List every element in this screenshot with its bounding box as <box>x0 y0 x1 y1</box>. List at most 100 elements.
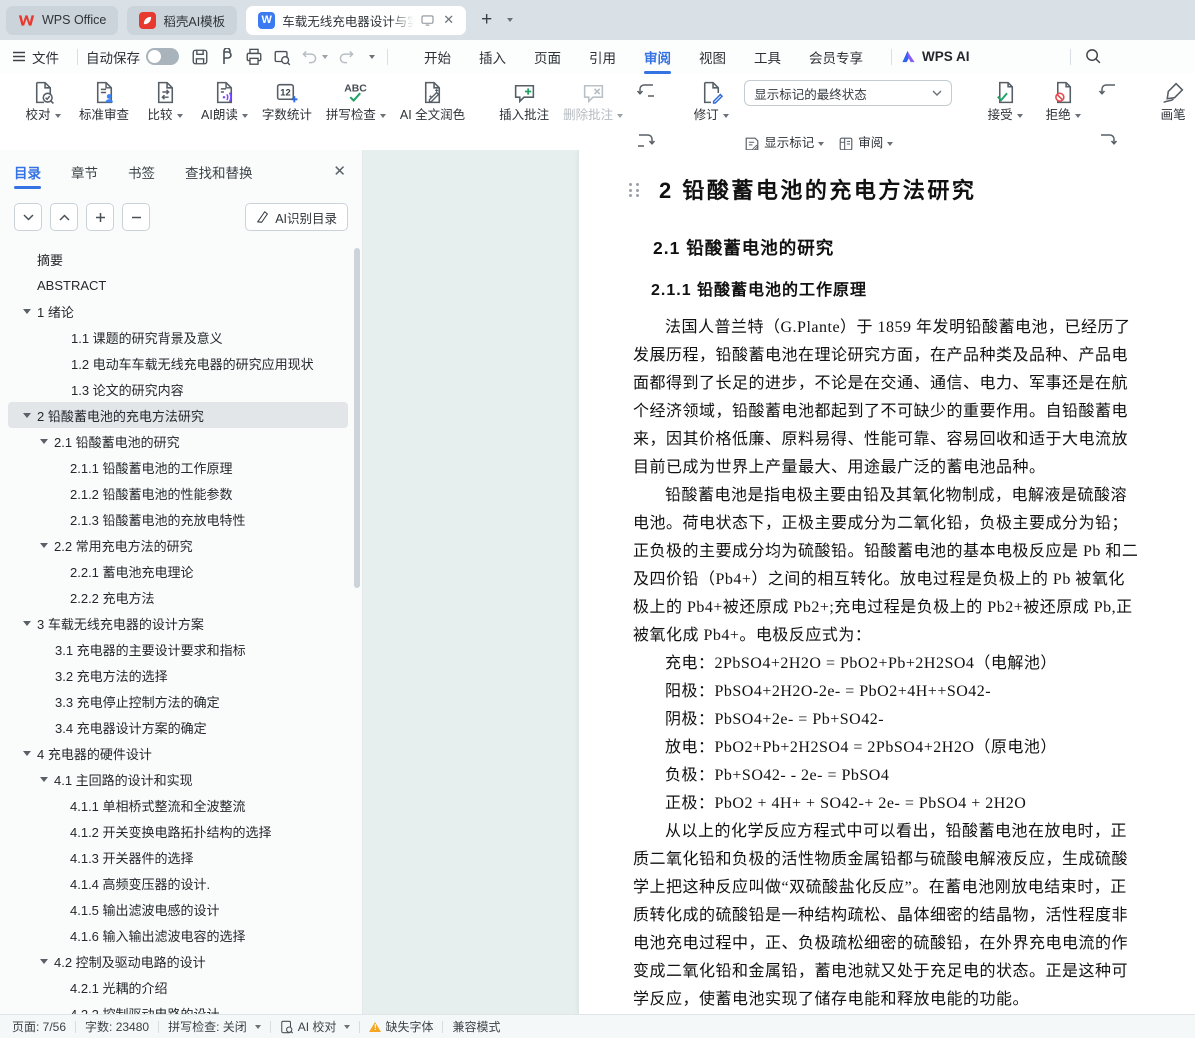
page-indicator[interactable]: 页面: 7/56 <box>12 1018 66 1035</box>
save-icon[interactable] <box>191 48 209 66</box>
word-count-indicator[interactable]: 字数: 23480 <box>85 1018 149 1035</box>
menu-item[interactable]: 页面 <box>520 41 575 73</box>
menu-item[interactable]: 工具 <box>740 41 795 73</box>
undo-button[interactable] <box>301 49 328 64</box>
toc-item[interactable]: 4.1 主回路的设计和实现 <box>8 766 348 792</box>
menu-item[interactable]: 引用 <box>575 41 630 73</box>
sidebar-tab[interactable]: 书签 <box>128 162 155 182</box>
file-menu[interactable]: 文件 <box>12 47 59 67</box>
missing-font-warning[interactable]: 缺失字体 <box>369 1018 433 1035</box>
toc-item[interactable]: 1.2 电动车车载无线充电器的研究应用现状 <box>8 350 348 376</box>
menu-item[interactable]: 插入 <box>465 41 520 73</box>
sidebar-close-icon[interactable]: ✕ <box>333 162 346 180</box>
menu-item[interactable]: 会员专享 <box>795 41 877 73</box>
export-pdf-icon[interactable] <box>219 48 235 66</box>
toc-expand-arrow-icon[interactable] <box>40 543 48 548</box>
accept-change-button[interactable]: 接受 <box>976 78 1034 154</box>
toc-item[interactable]: 1.1 课题的研究背景及意义 <box>8 324 348 350</box>
toc-expand-arrow-icon[interactable] <box>23 309 31 314</box>
reject-change-button[interactable]: 拒绝 <box>1034 78 1092 154</box>
document-page[interactable]: 2 铅酸蓄电池的充电方法研究2.1 铅酸蓄电池的研究2.1.1 铅酸蓄电池的工作… <box>579 150 1195 1015</box>
toc-expand-arrow-icon[interactable] <box>23 413 31 418</box>
toc-item[interactable]: 4.1.3 开关器件的选择 <box>8 844 348 870</box>
tab-document-active[interactable]: W 车载无线充电器设计与实现 ✕ <box>246 6 466 35</box>
document-area[interactable]: 2 铅酸蓄电池的充电方法研究2.1 铅酸蓄电池的研究2.1.1 铅酸蓄电池的工作… <box>363 150 1195 1015</box>
toc-item[interactable]: 4.1.6 输入输出滤波电容的选择 <box>8 922 348 948</box>
track-changes-button[interactable]: 修订 <box>682 78 740 154</box>
collapse-down-button[interactable] <box>14 203 42 231</box>
toc-expand-arrow-icon[interactable] <box>23 621 31 626</box>
insert-comment-button[interactable]: 插入批注 <box>492 78 556 154</box>
pen-button[interactable]: 画笔 <box>1144 78 1195 154</box>
sidebar-tab[interactable]: 章节 <box>71 162 98 182</box>
toc-item[interactable]: 2 铅酸蓄电池的充电方法研究 <box>8 402 348 428</box>
standard-review-button[interactable]: 标准审查 <box>72 78 136 154</box>
tab-docer-ai[interactable]: 稻壳AI模板 <box>127 6 237 35</box>
toc-item[interactable]: 3.3 充电停止控制方法的确定 <box>8 688 348 714</box>
menu-item[interactable]: 视图 <box>685 41 740 73</box>
tab-list-dropdown-icon[interactable] <box>503 11 513 29</box>
sidebar-tab[interactable]: 目录 <box>14 162 41 182</box>
toc-item[interactable]: 4.2.2 控制驱动电路的设计 <box>8 1000 348 1015</box>
toc-item[interactable]: 2.1 铅酸蓄电池的研究 <box>8 428 348 454</box>
toc-expand-arrow-icon[interactable] <box>40 439 48 444</box>
toc-item[interactable]: 2.1.1 铅酸蓄电池的工作原理 <box>8 454 348 480</box>
expand-all-button[interactable] <box>86 203 114 231</box>
toc-expand-arrow-icon[interactable] <box>40 959 48 964</box>
toc-item[interactable]: 1 绪论 <box>8 298 348 324</box>
compare-button[interactable]: 比较 <box>136 78 194 154</box>
ai-read-aloud-button[interactable]: AI朗读 <box>194 78 255 154</box>
markup-state-select[interactable]: 显示标记的最终状态 <box>744 80 952 106</box>
toc-item[interactable]: 3.4 充电器设计方案的确定 <box>8 714 348 740</box>
toc-item[interactable]: 2.2.1 蓄电池充电理论 <box>8 558 348 584</box>
toc-item[interactable]: 1.3 论文的研究内容 <box>8 376 348 402</box>
tab-wps-office[interactable]: WPS Office <box>6 6 118 35</box>
collapse-up-button[interactable] <box>50 203 78 231</box>
spell-check-status[interactable]: 拼写检查: 关闭 <box>168 1018 261 1035</box>
toc-item[interactable]: 3.1 充电器的主要设计要求和指标 <box>8 636 348 662</box>
new-tab-button[interactable]: + <box>481 9 492 31</box>
toc-item[interactable]: 4.2 控制及驱动电路的设计 <box>8 948 348 974</box>
wps-ai-button[interactable]: WPS AI <box>900 49 970 64</box>
redo-button[interactable] <box>338 49 355 64</box>
toc-item[interactable]: 3 车载无线充电器的设计方案 <box>8 610 348 636</box>
print-preview-icon[interactable] <box>273 48 291 66</box>
spell-check-button[interactable]: ABC 拼写检查 <box>319 78 393 154</box>
toc-expand-arrow-icon[interactable] <box>23 751 31 756</box>
word-count-button[interactable]: 12 字数统计 <box>255 78 319 154</box>
tab-device-icon[interactable] <box>421 15 434 26</box>
toc-item[interactable]: ABSTRACT <box>8 272 348 298</box>
sidebar-scrollbar[interactable] <box>354 248 360 588</box>
paragraph-drag-handle-icon[interactable] <box>629 183 639 197</box>
previous-comment-icon[interactable] <box>632 81 660 101</box>
ai-proofread-status[interactable]: AI 校对 <box>280 1018 351 1035</box>
next-change-icon[interactable] <box>1094 131 1122 151</box>
search-button[interactable] <box>1085 48 1102 65</box>
next-comment-icon[interactable] <box>632 131 660 151</box>
toc-item[interactable]: 2.2 常用充电方法的研究 <box>8 532 348 558</box>
toc-item[interactable]: 4.2.1 光耦的介绍 <box>8 974 348 1000</box>
toc-item[interactable]: 摘要 <box>8 246 348 272</box>
collapse-all-button[interactable] <box>122 203 150 231</box>
quick-access-customize-icon[interactable] <box>365 49 375 64</box>
toc-item[interactable]: 2.1.3 铅酸蓄电池的充放电特性 <box>8 506 348 532</box>
print-icon[interactable] <box>245 48 263 66</box>
toc-item[interactable]: 4 充电器的硬件设计 <box>8 740 348 766</box>
toc-item[interactable]: 4.1.1 单相桥式整流和全波整流 <box>8 792 348 818</box>
autosave-toggle[interactable] <box>146 48 179 65</box>
toc-item[interactable]: 3.2 充电方法的选择 <box>8 662 348 688</box>
sidebar-tab[interactable]: 查找和替换 <box>185 162 253 182</box>
toc-expand-arrow-icon[interactable] <box>40 777 48 782</box>
toc-item[interactable]: 4.1.5 输出滤波电感的设计 <box>8 896 348 922</box>
toc-item[interactable]: 2.1.2 铅酸蓄电池的性能参数 <box>8 480 348 506</box>
toc-item[interactable]: 2.2.2 充电方法 <box>8 584 348 610</box>
menu-item[interactable]: 审阅 <box>630 41 685 73</box>
compatibility-mode-badge[interactable]: 兼容模式 <box>452 1018 500 1035</box>
proofread-button[interactable]: 校对 <box>14 78 72 154</box>
ai-polish-button[interactable]: AI 全文润色 <box>393 78 472 154</box>
ai-recognize-toc-button[interactable]: AI识别目录 <box>245 203 348 231</box>
toc-item[interactable]: 4.1.2 开关变换电路拓扑结构的选择 <box>8 818 348 844</box>
tab-close-icon[interactable]: ✕ <box>443 12 454 28</box>
previous-change-icon[interactable] <box>1094 81 1122 101</box>
toc-item[interactable]: 4.1.4 高频变压器的设计. <box>8 870 348 896</box>
